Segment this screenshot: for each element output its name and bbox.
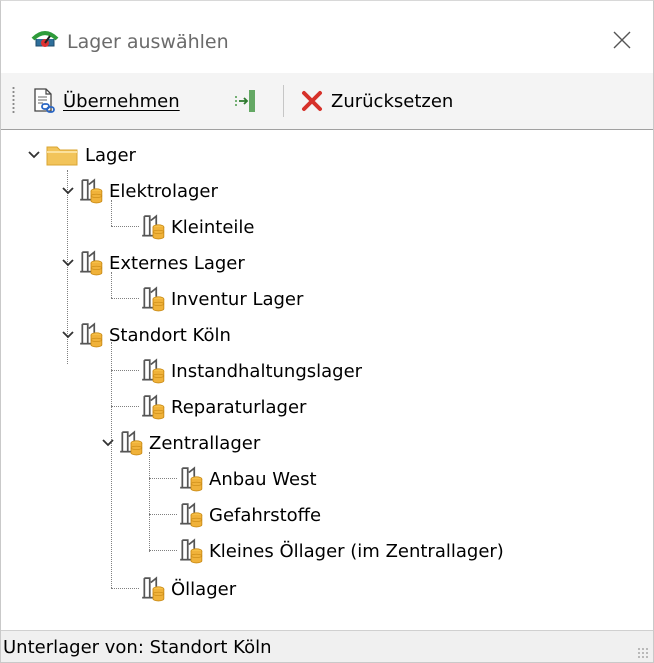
storage-location-icon xyxy=(79,322,103,348)
storage-location-icon xyxy=(141,286,165,312)
tree-item-kleinteile[interactable]: Kleinteile xyxy=(141,210,255,244)
chevron-down-icon[interactable] xyxy=(61,256,75,270)
column-split-icon xyxy=(235,90,255,112)
close-icon xyxy=(613,31,631,49)
tree-item-zentrallager[interactable]: Zentrallager xyxy=(101,426,260,460)
tree-connector xyxy=(149,514,177,515)
reset-label: Zurücksetzen xyxy=(331,90,454,112)
tree-item-label: Kleines Öllager (im Zentrallager) xyxy=(209,540,504,562)
tree-item-label: Anbau West xyxy=(209,468,317,490)
tree-item-label: Zentrallager xyxy=(149,432,261,454)
tree-connector xyxy=(111,342,112,588)
tree-item-label: Kleinteile xyxy=(171,216,255,238)
tree-item-label: Öllager xyxy=(171,578,237,600)
tree-item-externes-lager[interactable]: Externes Lager xyxy=(61,246,245,280)
tree-item-elektrolager[interactable]: Elektrolager xyxy=(61,174,218,208)
folder-icon xyxy=(46,146,78,166)
title-bar: Lager auswählen xyxy=(1,1,653,73)
window-title: Lager auswählen xyxy=(67,31,229,53)
tree-item-reparaturlager[interactable]: Reparaturlager xyxy=(141,390,306,424)
tree-item-label: Instandhaltungslager xyxy=(171,360,363,382)
apply-button[interactable]: Übernehmen xyxy=(31,83,180,119)
status-text: Unterlager von: Standort Köln xyxy=(3,637,272,658)
chevron-down-icon[interactable] xyxy=(101,436,115,450)
resize-grip-icon[interactable] xyxy=(637,647,649,659)
storage-location-icon xyxy=(141,214,165,240)
storage-location-icon xyxy=(141,576,165,602)
tree-connector xyxy=(111,588,139,589)
tree-item-label: Inventur Lager xyxy=(171,288,304,310)
toolbar-grip-icon[interactable] xyxy=(12,86,15,114)
tree-item-anbau-west[interactable]: Anbau West xyxy=(179,462,317,496)
tree-item-label: Lager xyxy=(85,144,136,166)
status-bar: Unterlager von: Standort Köln xyxy=(1,630,653,662)
tree-item-label: Standort Köln xyxy=(109,324,231,346)
tree-connector xyxy=(149,452,150,552)
storage-location-icon xyxy=(179,538,203,564)
chevron-down-icon[interactable] xyxy=(27,148,41,162)
storage-location-icon xyxy=(79,250,103,276)
tree-item-label: Elektrolager xyxy=(109,180,218,202)
close-button[interactable] xyxy=(605,23,639,57)
toolbar-separator xyxy=(283,85,284,117)
apply-label: Übernehmen xyxy=(63,90,180,112)
tree-item-label: Reparaturlager xyxy=(171,396,307,418)
document-link-icon xyxy=(34,88,55,113)
tree-item-label: Externes Lager xyxy=(109,252,245,274)
reset-button[interactable]: Zurücksetzen xyxy=(301,83,453,119)
tree-item-inventur-lager[interactable]: Inventur Lager xyxy=(141,282,303,316)
storage-location-icon xyxy=(141,358,165,384)
column-split-button[interactable] xyxy=(233,83,259,119)
tree-item-oellager[interactable]: Öllager xyxy=(141,572,236,606)
tree-connector xyxy=(111,406,139,407)
tree-connector xyxy=(149,550,177,551)
storage-location-icon xyxy=(179,502,203,528)
dialog-window: Lager auswählen Übernehmen Zurücksetzen … xyxy=(0,0,654,663)
tree-connector xyxy=(111,370,139,371)
tree-connector xyxy=(111,298,139,299)
storage-location-icon xyxy=(179,466,203,492)
warehouse-app-icon xyxy=(31,31,59,47)
storage-location-icon xyxy=(141,394,165,420)
tree-item-instandhaltungslager[interactable]: Instandhaltungslager xyxy=(141,354,362,388)
storage-tree[interactable]: Lager Elektrolager Kleinteile Externes L… xyxy=(1,130,653,630)
storage-location-icon xyxy=(119,430,143,456)
tree-connector xyxy=(111,226,139,227)
chevron-down-icon[interactable] xyxy=(61,328,75,342)
chevron-down-icon[interactable] xyxy=(61,184,75,198)
tree-connector xyxy=(149,478,177,479)
tree-item-standort-koeln[interactable]: Standort Köln xyxy=(61,318,231,352)
red-x-icon xyxy=(302,91,322,111)
tree-item-gefahrstoffe[interactable]: Gefahrstoffe xyxy=(179,498,321,532)
tree-item-label: Gefahrstoffe xyxy=(209,504,322,526)
tree-item-lager[interactable]: Lager xyxy=(27,138,136,172)
toolbar: Übernehmen Zurücksetzen xyxy=(1,73,653,130)
tree-item-kleines-oellager[interactable]: Kleines Öllager (im Zentrallager) xyxy=(179,534,504,568)
storage-location-icon xyxy=(79,178,103,204)
